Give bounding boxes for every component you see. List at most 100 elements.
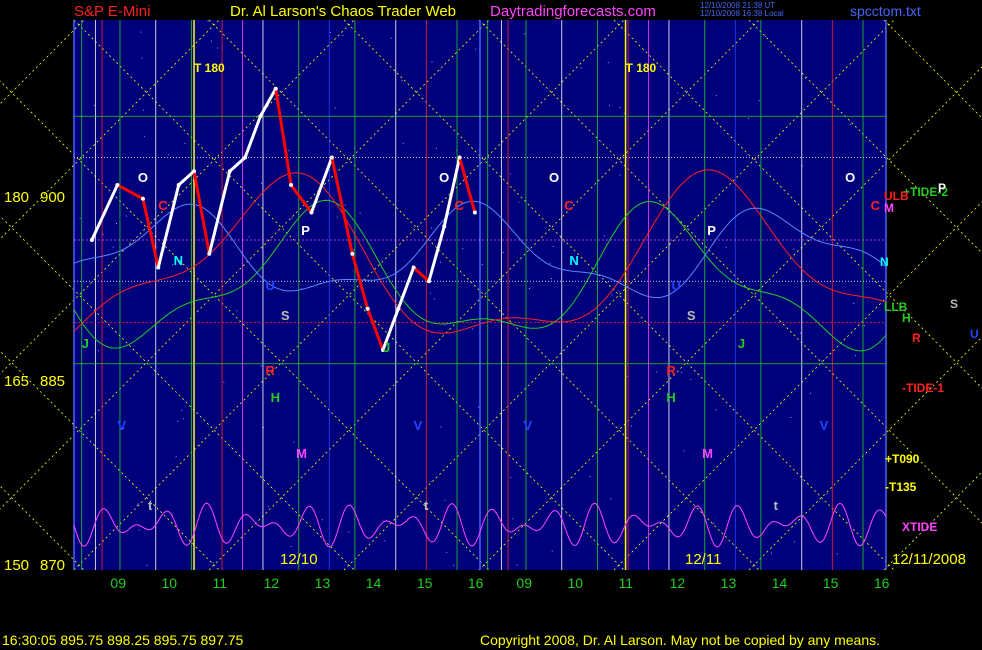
right-label: XTIDE [902, 520, 937, 534]
right-label: R [912, 331, 921, 345]
star [181, 409, 183, 411]
annotation-label: P [301, 223, 310, 238]
x-tick-label: 16 [874, 575, 890, 591]
annotation-label: J [82, 336, 89, 351]
price-point [289, 183, 294, 187]
star [502, 251, 504, 253]
right-label: +T090 [885, 452, 920, 466]
star [126, 215, 127, 217]
star [293, 441, 295, 443]
symbol-label: S&P E-Mini [74, 3, 150, 20]
x-tick-label: 12 [670, 575, 686, 591]
star [549, 262, 551, 264]
annotation-label: T 180 [626, 61, 657, 75]
x-tick-label: 11 [213, 575, 228, 591]
outer-axis-label-mid: 165 [4, 373, 29, 390]
site-link[interactable]: Daytradingforecasts.com [490, 3, 656, 20]
star [478, 406, 480, 408]
star [359, 212, 361, 214]
star [267, 506, 269, 508]
star [765, 35, 767, 37]
star [211, 40, 212, 42]
star [580, 67, 582, 69]
star [429, 292, 431, 294]
page-title: Dr. Al Larson's Chaos Trader Web [230, 3, 456, 20]
right-label: U [970, 327, 979, 341]
price-point [192, 169, 197, 174]
annotation-label: C [454, 198, 464, 213]
star [821, 360, 823, 362]
annotation-label: J [738, 336, 745, 351]
star [288, 150, 290, 152]
star [342, 35, 344, 37]
annotation-label: M [702, 446, 713, 461]
star [430, 481, 432, 483]
star [79, 217, 81, 219]
price-axis-label-bottom: 870 [40, 557, 65, 574]
annotation-label: C [564, 198, 574, 213]
annotation-label: U [672, 278, 681, 293]
star [440, 426, 442, 428]
price-point [309, 210, 314, 215]
annotation-label: P [707, 223, 716, 238]
x-tick-label: 10 [161, 575, 177, 591]
star [715, 409, 717, 411]
chart-canvas: T 180 T 180O O O OC C C CN NP PS SU UR RH HJ J JV V V VM Mt… [0, 0, 982, 650]
star [290, 546, 292, 547]
annotation-label: V [117, 418, 126, 433]
copyright-notice: Copyright 2008, Dr. Al Larson. May not b… [480, 632, 880, 648]
star [439, 69, 441, 71]
star [563, 241, 565, 242]
star [98, 350, 99, 352]
star [552, 246, 554, 247]
price-point [426, 279, 431, 284]
x-tick-label: 13 [315, 575, 331, 591]
annotation-label: N [569, 253, 578, 268]
star [146, 564, 148, 566]
star [805, 77, 806, 79]
star [137, 503, 139, 505]
star [236, 310, 238, 312]
annotation-label: O [138, 170, 148, 185]
star [810, 392, 811, 394]
price-point [472, 210, 477, 215]
annotation-label: R [266, 363, 276, 378]
star [223, 381, 225, 383]
star [143, 135, 145, 137]
price-point [207, 251, 212, 256]
data-filename: spcctom.txt [850, 3, 921, 19]
right-label: M [884, 201, 894, 215]
price-point [273, 86, 278, 91]
star [435, 147, 437, 149]
star [433, 298, 435, 300]
annotation-label: T 180 [194, 61, 225, 75]
annotation-label: M [296, 446, 307, 461]
annotation-label: H [271, 390, 280, 405]
annotation-label: J [383, 340, 390, 355]
star [713, 523, 715, 525]
price-point [396, 306, 401, 311]
star [863, 325, 865, 327]
star [610, 498, 612, 500]
star [630, 425, 632, 427]
star [116, 223, 117, 224]
star [680, 372, 682, 374]
price-point [258, 114, 263, 119]
price-point [227, 169, 232, 174]
star [184, 143, 186, 145]
annotation-label: C [871, 198, 881, 213]
star [402, 142, 404, 144]
star [551, 278, 552, 279]
annotation-label: O [549, 170, 559, 185]
x-tick-label: 15 [823, 575, 839, 591]
star [656, 371, 658, 373]
star [725, 246, 727, 248]
annotation-label: V [414, 418, 423, 433]
annotation-label: C [158, 198, 168, 213]
outer-axis-label-bottom: 150 [4, 557, 29, 574]
star [182, 418, 184, 420]
star [336, 216, 338, 218]
price-point [411, 265, 416, 270]
right-label: P [938, 181, 946, 195]
x-tick-label: 11 [619, 575, 634, 591]
